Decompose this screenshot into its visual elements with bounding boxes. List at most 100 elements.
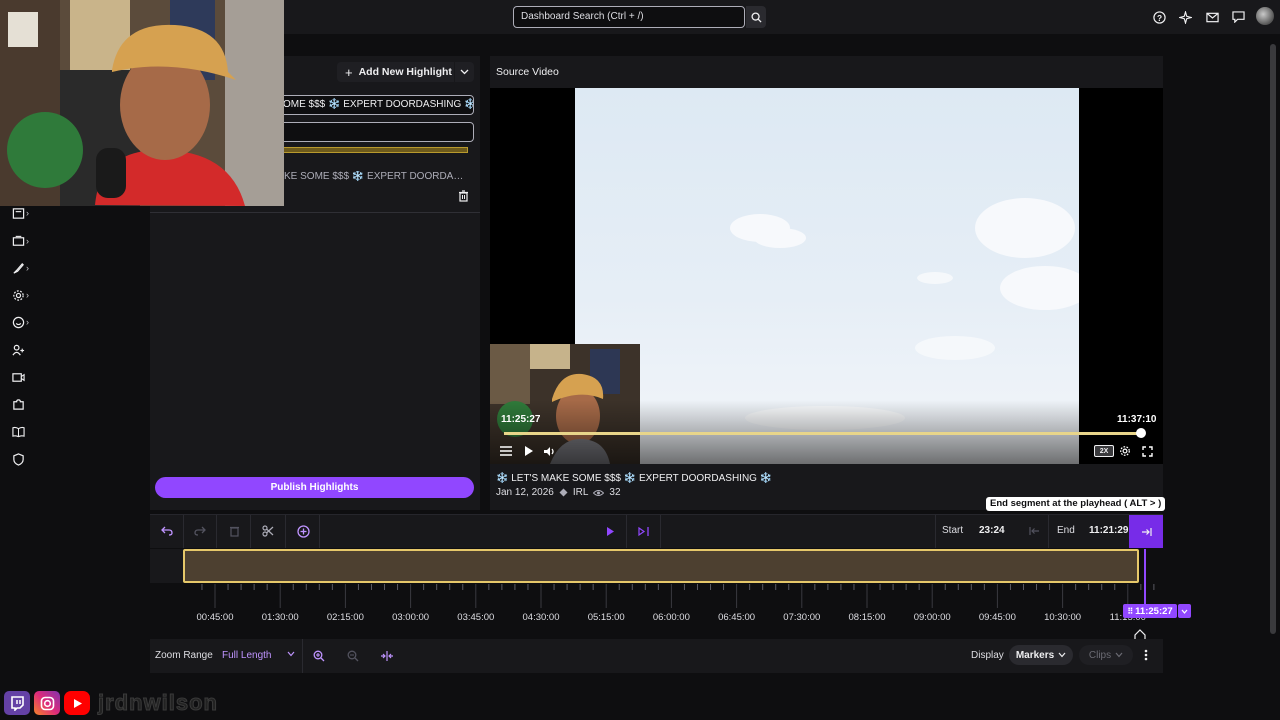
video-category: IRL <box>572 487 589 498</box>
segment-start-value[interactable]: 23:24 <box>979 525 1005 536</box>
publish-highlights-button[interactable]: Publish Highlights <box>155 477 474 498</box>
volume-button[interactable] <box>542 444 556 458</box>
playhead-line[interactable] <box>1144 549 1146 605</box>
highlight-clip-title: KE SOME $$$ ❄️ EXPERT DOORDASHI... <box>284 171 470 182</box>
tick-label: 03:00:00 <box>392 612 430 623</box>
timeline-gutter <box>150 549 183 583</box>
add-new-highlight-button[interactable]: + Add New Highlight <box>337 62 454 82</box>
play-to-end-icon <box>638 526 649 536</box>
video-date: Jan 12, 2026 <box>496 487 554 498</box>
split-button[interactable] <box>259 522 277 540</box>
tick-label: 02:15:00 <box>326 612 364 623</box>
fullscreen-icon <box>1141 445 1153 457</box>
zoom-range-select[interactable]: Full Length <box>222 650 271 661</box>
sidebar-item-learn[interactable] <box>12 423 36 439</box>
toolbar-separator <box>1048 515 1049 548</box>
playhead-time-badge[interactable]: ⠿ 11:25:27 <box>1123 604 1177 618</box>
video-view-count: 32 <box>609 487 621 498</box>
end-at-playhead-button[interactable] <box>1129 515 1163 548</box>
zoom-in-icon <box>313 650 325 662</box>
video-title: ❄️ LET'S MAKE SOME $$$ ❄️ EXPERT DOORDAS… <box>496 473 773 484</box>
tick-label: 06:00:00 <box>652 612 690 623</box>
video-camera-icon <box>12 372 25 382</box>
start-at-playhead-button[interactable] <box>1025 522 1043 540</box>
fit-timeline-button[interactable] <box>378 647 396 665</box>
zoom-range-dropdown[interactable] <box>287 651 295 657</box>
stream-social-overlay: jrdnwilson <box>4 690 218 716</box>
chevron-down-icon <box>1115 652 1123 658</box>
search-button[interactable] <box>746 6 766 28</box>
divider <box>150 212 480 213</box>
set-start-icon <box>1028 527 1039 535</box>
book-icon <box>12 426 25 437</box>
player-settings-button[interactable] <box>1118 444 1132 458</box>
chapters-button[interactable] <box>499 444 513 458</box>
highlight-title-input[interactable]: OME $$$ ❄️ EXPERT DOORDASHING ❄️ <box>276 95 474 115</box>
tick-label: 04:30:00 <box>522 612 560 623</box>
playback-speed-button[interactable]: 2X <box>1094 445 1114 457</box>
redo-button[interactable] <box>191 522 209 540</box>
more-options-button[interactable] <box>1139 647 1153 663</box>
segment-start-label: Start <box>942 525 964 536</box>
sidebar-item-settings[interactable]: › <box>12 287 36 303</box>
highlight-segment[interactable] <box>183 549 1139 583</box>
markers-dropdown[interactable]: Markers <box>1009 645 1073 665</box>
user-avatar[interactable] <box>1256 7 1274 25</box>
gear-icon <box>13 289 24 301</box>
help-icon[interactable]: ? <box>1151 9 1167 25</box>
page-scrollbar[interactable] <box>1270 44 1276 634</box>
add-new-highlight-label: Add New Highlight <box>358 66 452 78</box>
tick-label: 06:45:00 <box>718 612 756 623</box>
timeline-ruler <box>201 584 1155 608</box>
video-scrubber[interactable] <box>504 432 1145 435</box>
sidebar-item-safety[interactable] <box>12 451 36 467</box>
toolbar-separator <box>319 515 320 548</box>
tick-label: 07:30:00 <box>783 612 821 623</box>
tick-label: 00:45:00 <box>196 612 234 623</box>
sidebar-item-video[interactable] <box>12 369 36 385</box>
smiley-icon <box>12 316 25 328</box>
clips-dropdown[interactable]: Clips <box>1079 645 1133 665</box>
toolbar-separator <box>302 639 303 673</box>
playhead-dropdown[interactable] <box>1178 604 1191 618</box>
delete-highlight-button[interactable] <box>458 190 470 202</box>
sparkle-icon[interactable] <box>1177 9 1193 25</box>
sidebar-item-content[interactable]: › <box>12 205 36 221</box>
dashboard-search-input[interactable]: Dashboard Search (Ctrl + /) <box>513 6 745 28</box>
tick-label: 08:15:00 <box>848 612 886 623</box>
delete-segment-button[interactable] <box>225 522 243 540</box>
highlight-description-input[interactable] <box>276 122 474 142</box>
add-segment-button[interactable] <box>294 522 312 540</box>
clips-label: Clips <box>1088 649 1112 661</box>
sidebar-item-community[interactable] <box>12 342 36 358</box>
scrubber-handle[interactable] <box>1136 428 1146 438</box>
puzzle-icon <box>13 398 24 410</box>
play-segment-button[interactable] <box>635 522 653 540</box>
sidebar-item-viewer-rewards[interactable]: › <box>12 314 36 330</box>
chevron-down-icon <box>1181 609 1188 614</box>
timeline-play-button[interactable] <box>601 522 619 540</box>
sidebar-item-stream[interactable]: › <box>12 233 36 249</box>
search-icon <box>750 11 762 23</box>
undo-button[interactable] <box>158 522 176 540</box>
toolbar-separator <box>216 515 217 548</box>
toolbar-separator <box>626 515 627 548</box>
clip-start-time: 11:25:27 <box>501 414 541 425</box>
webcam-overlay <box>0 0 284 206</box>
sidebar-item-creator-tools[interactable]: › <box>12 260 36 276</box>
segment-end-value[interactable]: 11:21:29 <box>1089 525 1128 536</box>
gear-icon <box>1120 446 1130 456</box>
add-highlight-dropdown[interactable] <box>455 62 474 82</box>
drag-handle-icon: ⠿ <box>1127 606 1134 616</box>
mail-icon[interactable] <box>1204 9 1220 25</box>
play-button[interactable] <box>522 444 536 458</box>
fullscreen-button[interactable] <box>1140 444 1154 458</box>
segment-end-label: End <box>1057 525 1075 536</box>
zoom-out-button[interactable] <box>344 647 362 665</box>
chat-icon[interactable] <box>1230 9 1246 25</box>
sidebar-item-extensions[interactable] <box>12 396 36 412</box>
trash-icon <box>459 190 468 202</box>
eye-icon <box>593 489 605 496</box>
volume-icon <box>543 446 554 456</box>
zoom-in-button[interactable] <box>310 647 328 665</box>
